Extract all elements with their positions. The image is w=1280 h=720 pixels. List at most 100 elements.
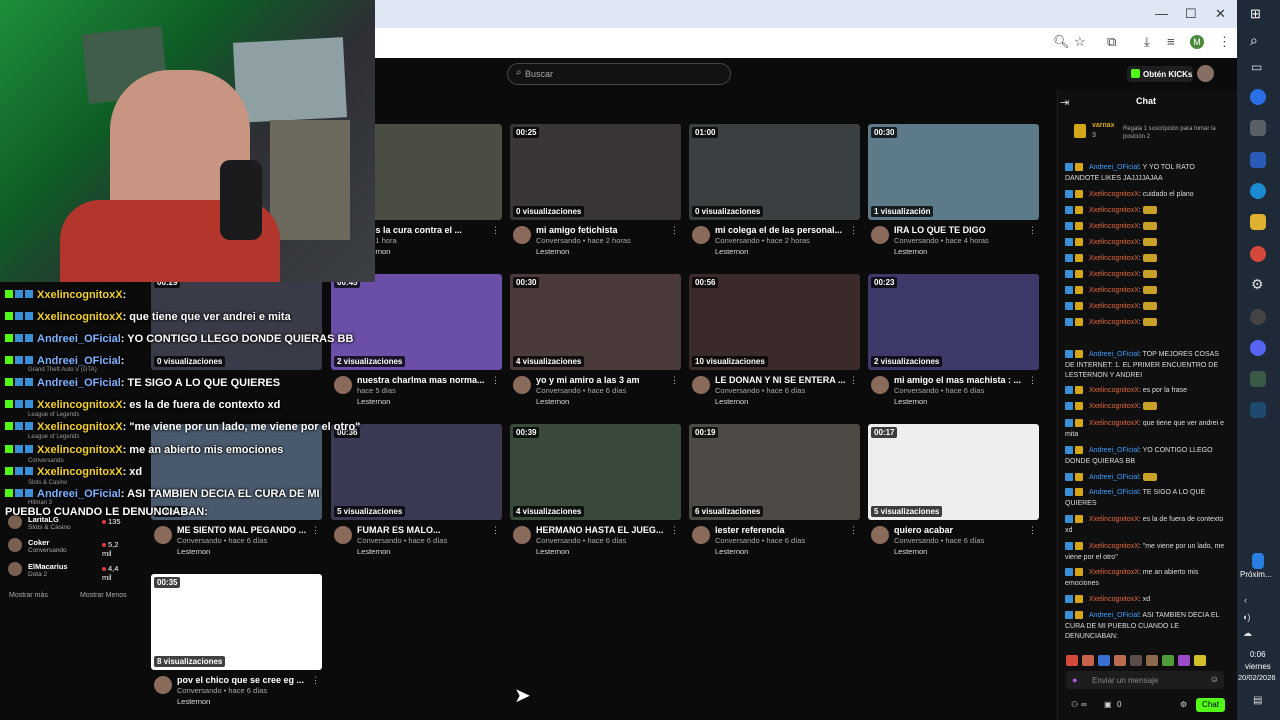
chat-username[interactable]: XxelincognitoxX bbox=[1089, 207, 1139, 214]
more-options-icon[interactable]: ⋮ bbox=[311, 525, 320, 536]
more-options-icon[interactable]: ⋮ bbox=[670, 375, 679, 386]
emoji-icon[interactable]: ☺ bbox=[1210, 674, 1219, 684]
chat-username[interactable]: XxelincognitoxX bbox=[1089, 271, 1139, 278]
video-title[interactable]: mi amigo fetichista bbox=[536, 225, 666, 235]
video-thumbnail[interactable]: 00:17 5 visualizaciones bbox=[868, 424, 1039, 520]
sidebar-channel[interactable]: LaritaLG Slots & Casino 135 bbox=[8, 515, 128, 535]
channel-avatar[interactable] bbox=[513, 526, 531, 544]
video-title[interactable]: IRA LO QUE TE DIGO bbox=[894, 225, 1024, 235]
video-thumbnail[interactable]: 00:19 6 visualizaciones bbox=[689, 424, 860, 520]
video-category[interactable]: Conversando bbox=[536, 536, 581, 545]
video-thumbnail[interactable]: 00:56 10 visualizaciones bbox=[689, 274, 860, 370]
video-category[interactable]: Conversando bbox=[536, 236, 581, 245]
video-channel[interactable]: Lesternon bbox=[715, 547, 748, 556]
channel-avatar[interactable] bbox=[871, 526, 889, 544]
chat-message[interactable]: XxelincognitoxX: bbox=[1065, 222, 1225, 233]
sidebar-channel[interactable]: Coker Conversando 5,2 mil bbox=[8, 538, 128, 558]
more-options-icon[interactable]: ⋮ bbox=[1028, 375, 1037, 386]
video-category[interactable]: Conversando bbox=[894, 386, 939, 395]
more-options-icon[interactable]: ⋮ bbox=[849, 375, 858, 386]
chat-message[interactable]: XxelincognitoxX: bbox=[1065, 238, 1225, 249]
collapse-chat-icon[interactable]: ⇥ bbox=[1060, 96, 1069, 109]
video-title[interactable]: quiero acabar bbox=[894, 525, 1024, 535]
video-title[interactable]: FUMAR ES MALO... bbox=[357, 525, 487, 535]
queue-icon[interactable]: ≡ bbox=[1167, 34, 1175, 49]
next-meeting-label[interactable]: Próxim... bbox=[1240, 570, 1272, 579]
video-card[interactable]: 00:17 5 visualizaciones quiero acabar ⋮ Conv… bbox=[868, 424, 1039, 556]
windows-start-icon[interactable]: ⊞ bbox=[1250, 6, 1261, 22]
show-more-button[interactable]: Mostrar más bbox=[9, 592, 48, 599]
download-icon[interactable]: ⤓ bbox=[1144, 34, 1150, 50]
chat-input[interactable]: ● Enviar un mensaje ☺ bbox=[1066, 671, 1224, 689]
chat-username[interactable]: XxelincognitoxX bbox=[1089, 191, 1139, 198]
file-explorer-icon[interactable] bbox=[1250, 214, 1266, 230]
chat-username[interactable]: XxelincognitoxX bbox=[1089, 420, 1139, 427]
video-thumbnail[interactable]: 00:23 2 visualizaciones bbox=[868, 274, 1039, 370]
video-channel[interactable]: Lesternon bbox=[894, 397, 927, 406]
document-icon[interactable] bbox=[1252, 553, 1264, 569]
sidebar-channel[interactable]: ElMacarius Dota 2 4,4 mil bbox=[8, 562, 128, 582]
more-options-icon[interactable]: ⋮ bbox=[491, 525, 500, 536]
chat-message[interactable]: XxelincognitoxX: bbox=[1065, 254, 1225, 265]
video-card[interactable]: 00:35 8 visualizaciones pov el chico que s… bbox=[151, 574, 322, 706]
video-thumbnail[interactable]: 00:36 5 visualizaciones bbox=[331, 424, 502, 520]
chat-username[interactable]: Andreei_OFicial bbox=[1089, 612, 1139, 619]
video-channel[interactable]: Lesternon bbox=[536, 247, 569, 256]
clock-time[interactable]: 0:06 bbox=[1250, 650, 1266, 659]
video-card[interactable]: 00:23 2 visualizaciones mi amigo el mas ma… bbox=[868, 274, 1039, 406]
cloud-icon[interactable]: ☁ bbox=[1243, 628, 1252, 639]
gift-icon[interactable]: ▣ bbox=[1104, 700, 1112, 709]
channel-avatar[interactable] bbox=[513, 376, 531, 394]
video-title[interactable]: tenes la cura contra el ... bbox=[357, 225, 487, 235]
video-title[interactable]: lester referencia bbox=[715, 525, 845, 535]
zoom-app-icon[interactable] bbox=[1250, 89, 1266, 105]
chat-message[interactable]: Andreei_OFicial: Y YO TOL RATO DANDOTE L… bbox=[1065, 163, 1225, 184]
video-title[interactable]: mi amigo el mas machista : ... bbox=[894, 375, 1024, 385]
search-input[interactable]: ⌕ Buscar bbox=[507, 63, 731, 85]
show-less-button[interactable]: Mostrar Menos bbox=[80, 592, 127, 599]
user-avatar[interactable] bbox=[1197, 65, 1214, 82]
more-options-icon[interactable]: ⋮ bbox=[849, 525, 858, 536]
video-card[interactable]: 00:45 2 visualizaciones nuestra charlma ma… bbox=[331, 274, 502, 406]
chat-message[interactable]: XxelincognitoxX: cuidado el plano bbox=[1065, 190, 1225, 201]
chat-username[interactable]: XxelincognitoxX bbox=[1089, 303, 1139, 310]
clock-day[interactable]: viernes bbox=[1245, 662, 1271, 671]
video-thumbnail[interactable]: 00:35 8 visualizaciones bbox=[151, 574, 322, 670]
chat-message[interactable]: XxelincognitoxX: bbox=[1065, 402, 1225, 413]
video-title[interactable]: mi colega el de las personal... bbox=[715, 225, 845, 235]
task-view-icon[interactable]: ▭ bbox=[1251, 60, 1262, 74]
sound-icon[interactable]: ◖) bbox=[1242, 612, 1250, 622]
discord-icon[interactable] bbox=[1250, 340, 1266, 356]
video-channel[interactable]: Lesternon bbox=[715, 397, 748, 406]
chrome-icon[interactable] bbox=[1250, 246, 1266, 262]
channel-avatar[interactable] bbox=[154, 676, 172, 694]
video-channel[interactable]: Lesternon bbox=[177, 547, 210, 556]
video-title[interactable]: nuestra charlma mas norma... bbox=[357, 375, 487, 385]
more-options-icon[interactable]: ⋮ bbox=[670, 225, 679, 236]
chat-message[interactable]: XxelincognitoxX: es la de fuera de conte… bbox=[1065, 515, 1225, 536]
chat-message[interactable]: XxelincognitoxX: "me viene por un lado, … bbox=[1065, 542, 1225, 563]
chat-username[interactable]: XxelincognitoxX bbox=[1089, 319, 1139, 326]
chat-message[interactable]: Andreei_OFicial: TE SIGO A LO QUE QUIERE… bbox=[1065, 488, 1225, 509]
chat-username[interactable]: XxelincognitoxX bbox=[1089, 403, 1139, 410]
chat-message[interactable]: Andreei_OFicial: YO CONTIGO LLEGO DONDE … bbox=[1065, 446, 1225, 467]
menu-icon[interactable]: ⋮ bbox=[1218, 34, 1231, 50]
more-options-icon[interactable]: ⋮ bbox=[670, 525, 679, 536]
get-kicks-button[interactable]: Obtén KICKs bbox=[1127, 66, 1193, 82]
chat-username[interactable]: Andreei_OFicial bbox=[1089, 351, 1139, 358]
chevron-up-icon[interactable]: ‹ bbox=[1244, 595, 1247, 605]
chat-username[interactable]: XxelincognitoxX bbox=[1089, 223, 1139, 230]
chat-message[interactable]: XxelincognitoxX: bbox=[1065, 270, 1225, 281]
video-card[interactable]: 00:56 10 visualizaciones LE DONAN Y NI SE … bbox=[689, 274, 860, 406]
chat-message[interactable]: XxelincognitoxX: bbox=[1065, 286, 1225, 297]
chrome-active-icon[interactable] bbox=[1250, 371, 1266, 387]
chat-message[interactable]: XxelincognitoxX: me an abierto mis emoci… bbox=[1065, 568, 1225, 589]
channel-avatar[interactable] bbox=[692, 376, 710, 394]
edge-icon[interactable] bbox=[1250, 183, 1266, 199]
chat-message[interactable]: XxelincognitoxX: bbox=[1065, 206, 1225, 217]
chat-username[interactable]: Andreei_OFicial bbox=[1089, 447, 1139, 454]
profile-avatar[interactable]: M bbox=[1190, 35, 1204, 49]
channel-avatar[interactable] bbox=[154, 526, 172, 544]
chat-message[interactable]: Andreei_OFicial: TOP MEJORES COSAS DE IN… bbox=[1065, 350, 1225, 382]
settings-gear-icon[interactable]: ⚙ bbox=[1180, 700, 1187, 709]
